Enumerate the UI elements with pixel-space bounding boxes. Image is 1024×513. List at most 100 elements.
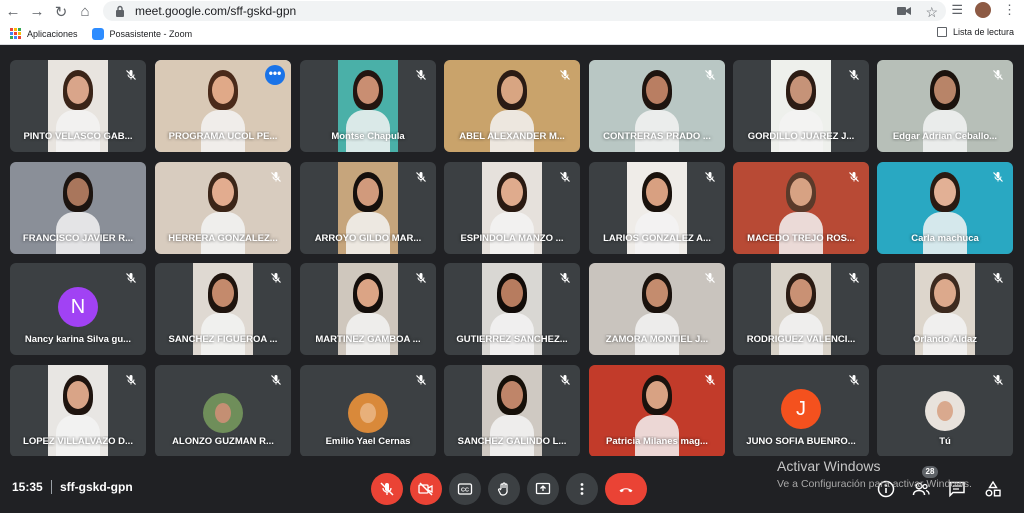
participant-tile[interactable]: MARTINEZ GAMBOA ... — [300, 263, 436, 355]
participant-tile[interactable]: ARROYO GILDO MAR... — [300, 162, 436, 254]
participant-tile[interactable]: J JUNO SOFIA BUENRO... — [733, 365, 869, 457]
mic-muted-icon — [701, 371, 719, 389]
participant-tile[interactable]: GORDILLO JUAREZ J... — [733, 60, 869, 152]
participant-tile[interactable]: LOPEZ VILLALVAZO D... — [10, 365, 146, 457]
hand-icon — [497, 482, 508, 496]
mic-muted-icon — [122, 371, 140, 389]
mic-off-icon — [380, 482, 394, 496]
video-face — [501, 381, 523, 409]
browser-toolbar: ← → ↻ ⌂ meet.google.com/sff-gskd-gpn ☆ ☰… — [0, 0, 1024, 23]
mic-muted-icon — [412, 168, 430, 186]
participant-tile[interactable]: ••• PROGRAMA UCOL PE... — [155, 60, 291, 152]
participant-tile[interactable]: FRANCISCO JAVIER R... — [10, 162, 146, 254]
participant-name: ZAMORA MONTIEL J... — [605, 334, 709, 345]
mic-muted-icon — [412, 371, 430, 389]
video-face — [212, 279, 234, 307]
leave-call-button[interactable] — [605, 473, 647, 505]
participant-tile[interactable]: MACEDO TREJO ROS... — [733, 162, 869, 254]
video-face — [67, 76, 89, 104]
participant-name: ESPINDOLA MANZO ... — [460, 233, 564, 244]
participant-tile[interactable]: Montse Chapula — [300, 60, 436, 152]
more-vert-icon — [580, 483, 584, 495]
video-face — [357, 76, 379, 104]
participant-name: Orlando Aldaz — [912, 334, 978, 345]
participant-name: Tú — [939, 436, 951, 447]
activities-button[interactable] — [982, 478, 1004, 500]
participant-tile[interactable]: ESPINDOLA MANZO ... — [444, 162, 580, 254]
participant-initial-avatar: N — [58, 287, 98, 327]
camera-off-icon — [418, 482, 433, 496]
participant-tile[interactable]: Edgar Adrian Ceballo... — [877, 60, 1013, 152]
media-control-icon[interactable]: ☰ — [951, 2, 963, 18]
participant-name: RODRIGUEZ VALENCI... — [746, 334, 856, 345]
bookmark-apps[interactable]: Aplicaciones — [10, 28, 78, 39]
forward-arrow-icon[interactable]: → — [26, 1, 48, 23]
video-face — [646, 76, 668, 104]
reading-list-label: Lista de lectura — [952, 27, 1014, 37]
mic-muted-icon — [412, 269, 430, 287]
apps-grid-icon — [10, 28, 21, 39]
mic-muted-icon — [412, 66, 430, 84]
lock-icon — [113, 4, 127, 18]
participant-tile[interactable]: PINTO VELASCO GAB... — [10, 60, 146, 152]
raise-hand-button[interactable] — [488, 473, 520, 505]
bookmark-label: Posasistente - Zoom — [109, 28, 193, 39]
bookmark-zoom[interactable]: Posasistente - Zoom — [91, 27, 193, 40]
profile-avatar[interactable] — [975, 2, 991, 18]
photo-face — [215, 403, 231, 423]
mic-muted-icon — [556, 371, 574, 389]
participant-tile[interactable]: GUTIERREZ SANCHEZ... — [444, 263, 580, 355]
video-face — [212, 76, 234, 104]
bookmark-label: Aplicaciones — [27, 28, 78, 39]
camera-toggle-button[interactable] — [410, 473, 442, 505]
participant-tile[interactable]: Patricia Milanes mag... — [589, 365, 725, 457]
reading-list[interactable]: Lista de lectura — [936, 27, 1014, 37]
participant-tile[interactable]: SANCHEZ FIGUEROA ... — [155, 263, 291, 355]
mic-muted-icon — [845, 168, 863, 186]
present-screen-button[interactable] — [527, 473, 559, 505]
tile-options-icon[interactable]: ••• — [265, 65, 285, 85]
participant-name: GUTIERREZ SANCHEZ... — [456, 334, 568, 345]
mic-muted-icon — [701, 66, 719, 84]
home-icon[interactable]: ⌂ — [74, 1, 96, 23]
participant-tile[interactable]: Orlando Aldaz — [877, 263, 1013, 355]
bookmark-star-icon[interactable]: ☆ — [925, 4, 938, 21]
mic-muted-icon — [701, 269, 719, 287]
participant-count-badge: 28 — [922, 466, 938, 478]
video-face — [67, 178, 89, 206]
back-arrow-icon[interactable]: ← — [2, 1, 24, 23]
microphone-toggle-button[interactable] — [371, 473, 403, 505]
participant-tile[interactable]: ABEL ALEXANDER M... — [444, 60, 580, 152]
meeting-code: sff-gskd-gpn — [60, 480, 133, 494]
reload-icon[interactable]: ↻ — [50, 1, 72, 23]
participant-name: Emilio Yael Cernas — [325, 436, 411, 447]
participant-tile[interactable]: Tú — [877, 365, 1013, 457]
address-bar[interactable]: meet.google.com/sff-gskd-gpn ☆ — [103, 1, 946, 21]
participant-tile[interactable]: CONTRERAS PRADO ... — [589, 60, 725, 152]
mic-muted-icon — [701, 168, 719, 186]
participant-tile[interactable]: ZAMORA MONTIEL J... — [589, 263, 725, 355]
participant-tile[interactable]: N Nancy karina Silva gu... — [10, 263, 146, 355]
participant-tile[interactable]: Carla machuca — [877, 162, 1013, 254]
video-face — [934, 178, 956, 206]
participant-name: Nancy karina Silva gu... — [24, 334, 132, 345]
captions-button[interactable]: CC — [449, 473, 481, 505]
video-face — [790, 76, 812, 104]
participant-name: MARTINEZ GAMBOA ... — [315, 334, 421, 345]
participant-name: PINTO VELASCO GAB... — [23, 131, 133, 142]
participant-tile[interactable]: RODRIGUEZ VALENCI... — [733, 263, 869, 355]
participant-tile[interactable]: HERRERA GONZALEZ... — [155, 162, 291, 254]
participant-name: ARROYO GILDO MAR... — [314, 233, 422, 244]
mic-muted-icon — [845, 371, 863, 389]
participant-tile[interactable]: SANCHEZ GALINDO L... — [444, 365, 580, 457]
participant-tile[interactable]: LARIOS GONZALEZ A... — [589, 162, 725, 254]
mic-muted-icon — [267, 168, 285, 186]
participant-tile[interactable]: Emilio Yael Cernas — [300, 365, 436, 457]
mic-muted-icon — [989, 371, 1007, 389]
more-options-button[interactable] — [566, 473, 598, 505]
camera-in-use-icon[interactable] — [897, 3, 912, 21]
mic-muted-icon — [122, 66, 140, 84]
mic-muted-icon — [989, 168, 1007, 186]
participant-tile[interactable]: ALONZO GUZMAN R... — [155, 365, 291, 457]
menu-dots-icon[interactable]: ⋮ — [1003, 2, 1016, 18]
